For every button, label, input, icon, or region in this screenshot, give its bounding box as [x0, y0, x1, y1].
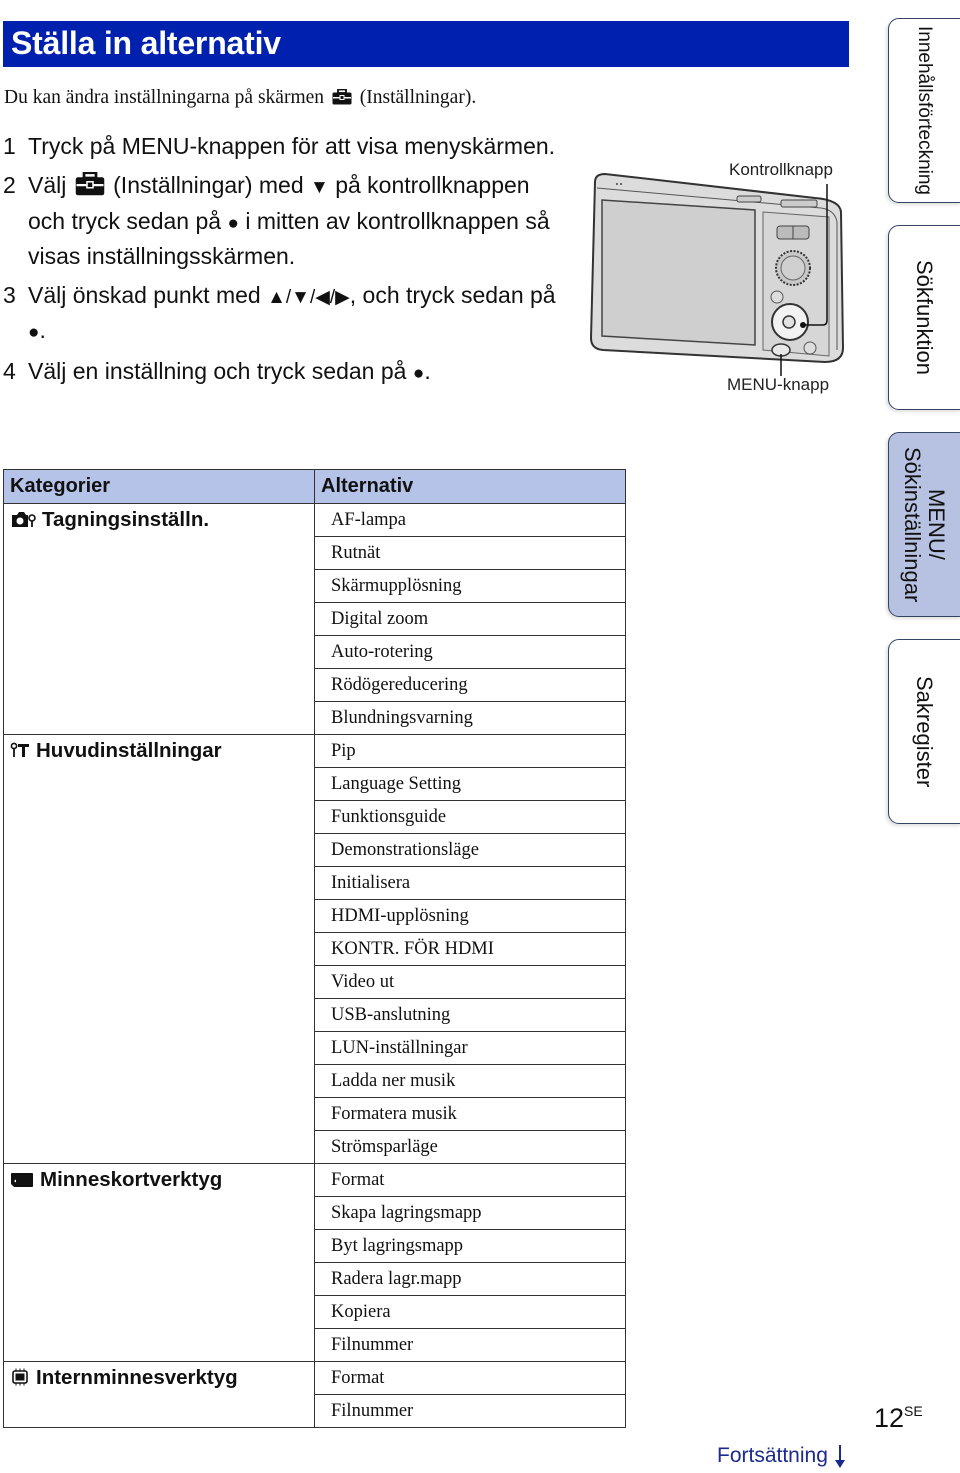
table-row: Huvudinställningar Pip	[3, 734, 626, 1164]
down-arrow-icon	[834, 1445, 845, 1468]
category-cell: Minneskortverktyg	[3, 1163, 315, 1362]
option-cell: Initialisera	[314, 866, 626, 900]
intro-before: Du kan ändra inställningarna på skärmen	[4, 87, 325, 108]
step-2: 2 Välj (Inställningar) med ▼ på kontroll…	[0, 169, 560, 273]
control-button-label: Kontrollknapp	[729, 160, 833, 179]
down-arrow-icon: ▼	[310, 177, 329, 198]
step-text: Välj en inställning och tryck sedan på	[28, 358, 407, 384]
center-button-icon: ●	[412, 363, 425, 384]
step-number: 3	[3, 282, 16, 308]
step-number: 4	[3, 358, 16, 384]
center-button-icon: ●	[227, 213, 239, 234]
direction-arrows-icon: ▲/▼/◀/▶	[267, 287, 350, 308]
option-cell: USB-anslutning	[314, 998, 626, 1032]
option-cell: Byt lagringsmapp	[314, 1229, 626, 1263]
step-text: Välj önskad punkt med	[28, 282, 261, 308]
category-cell: Internminnesverktyg	[3, 1361, 315, 1428]
option-cell: Ladda ner musik	[314, 1064, 626, 1098]
header-categories: Kategorier	[3, 469, 315, 504]
toolbox-icon	[332, 87, 352, 113]
category-name: Minneskortverktyg	[40, 1168, 223, 1191]
toolbox-icon	[75, 171, 105, 205]
option-cell: Radera lagr.mapp	[314, 1262, 626, 1296]
category-cell: Huvudinställningar	[3, 734, 315, 1164]
table-row: Tagningsinställn. AF-lampa	[3, 503, 626, 735]
step-text: (Inställningar) med	[113, 172, 304, 198]
step-text: .	[424, 358, 431, 384]
option-cell: Pip	[314, 734, 626, 768]
option-cell: Formatera musik	[314, 1097, 626, 1131]
option-cell: Digital zoom	[314, 602, 626, 636]
options-table: Kategorier Alternativ Tagningsinställn. A…	[3, 469, 626, 1428]
step-4: 4 Välj en inställning och tryck sedan på…	[0, 355, 560, 390]
option-cell: Funktionsguide	[314, 800, 626, 834]
table-header-row: Kategorier Alternativ	[3, 469, 626, 504]
tab-label: Sökfunktion	[912, 260, 937, 375]
page-number-suffix: SE	[904, 1403, 923, 1419]
step-text: Tryck på MENU-knappen för att visa menys…	[28, 133, 556, 159]
tab-search-function[interactable]: Sökfunktion	[888, 225, 960, 410]
steps-list: 1 Tryck på MENU-knappen för att visa men…	[0, 130, 560, 396]
center-button-icon: ●	[28, 322, 40, 343]
intro-after: (Inställningar).	[359, 87, 477, 108]
option-cell: Format	[314, 1361, 626, 1395]
tab-label: Innehållsförteckning	[914, 26, 935, 195]
option-cell: KONTR. FÖR HDMI	[314, 932, 626, 966]
option-cell: Blundningsvarning	[314, 701, 626, 735]
tab-index[interactable]: Sakregister	[888, 639, 960, 824]
category-name: Huvudinställningar	[36, 739, 222, 762]
step-text: , och tryck sedan på	[349, 282, 556, 308]
title-bar: Ställa in alternativ	[3, 21, 849, 67]
page-title: Ställa in alternativ	[11, 25, 281, 61]
category-name: Internminnesverktyg	[36, 1366, 238, 1389]
continue-link[interactable]: Fortsättning	[717, 1443, 846, 1469]
intro-text: Du kan ändra inställningarna på skärmen …	[4, 85, 476, 113]
tab-menu-settings-search[interactable]: MENU/Sökinställningar	[888, 432, 960, 617]
camera-settings-icon	[10, 510, 36, 534]
page-number-value: 12	[874, 1403, 905, 1433]
option-cell: Kopiera	[314, 1295, 626, 1329]
step-3: 3 Välj önskad punkt med ▲/▼/◀/▶, och try…	[0, 279, 560, 349]
step-text: Välj	[28, 172, 67, 198]
memory-card-icon	[10, 1170, 34, 1194]
internal-memory-icon	[10, 1368, 30, 1392]
table-row: Minneskortverktyg Format	[3, 1163, 626, 1362]
page-number: 12SE	[874, 1403, 923, 1434]
option-cell: Demonstrationsläge	[314, 833, 626, 867]
option-cell: Skärmupplösning	[314, 569, 626, 603]
step-text: .	[39, 317, 46, 343]
tab-label-line1: MENU/	[924, 489, 949, 560]
header-options: Alternativ	[314, 469, 626, 504]
option-cell: HDMI-upplösning	[314, 899, 626, 933]
option-cell: Rödögereducering	[314, 668, 626, 702]
tab-label-line2: Sökinställningar	[900, 446, 925, 603]
tab-label: Sakregister	[912, 675, 937, 788]
option-cell: Strömsparläge	[314, 1130, 626, 1164]
category-cell: Tagningsinställn.	[3, 503, 315, 735]
option-cell: AF-lampa	[314, 503, 626, 537]
tab-table-of-contents[interactable]: Innehållsförteckning	[888, 18, 960, 203]
option-cell: Rutnät	[314, 536, 626, 570]
continue-label: Fortsättning	[717, 1444, 828, 1467]
tools-icon	[10, 741, 30, 765]
step-number: 1	[3, 133, 16, 159]
step-1: 1 Tryck på MENU-knappen för att visa men…	[0, 130, 560, 163]
option-cell: LUN-inställningar	[314, 1031, 626, 1065]
step-number: 2	[3, 172, 16, 198]
menu-button-label: MENU-knapp	[727, 375, 830, 394]
option-cell: Language Setting	[314, 767, 626, 801]
option-cell: Format	[314, 1163, 626, 1197]
option-cell: Skapa lagringsmapp	[314, 1196, 626, 1230]
option-cell: Video ut	[314, 965, 626, 999]
option-cell: Filnummer	[314, 1394, 626, 1428]
camera-illustration: Kontrollknapp MENU-knapp	[585, 150, 860, 400]
camera-back-icon	[589, 172, 845, 376]
table-row: Internminnesverktyg Format	[3, 1361, 626, 1428]
option-cell: Auto-rotering	[314, 635, 626, 669]
option-cell: Filnummer	[314, 1328, 626, 1362]
tab-label: MENU/Sökinställningar	[900, 446, 949, 603]
category-name: Tagningsinställn.	[42, 508, 210, 531]
